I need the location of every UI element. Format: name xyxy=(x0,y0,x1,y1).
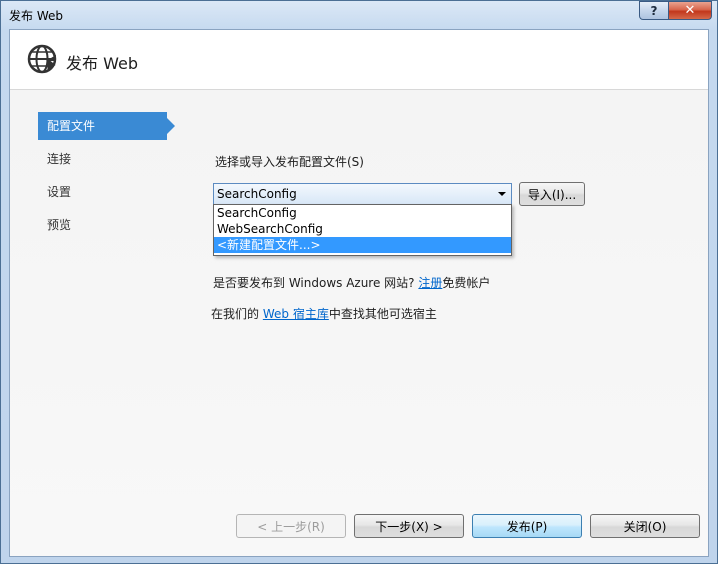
hosting-prompt-suffix: 中查找其他可选宿主 xyxy=(328,307,437,321)
import-button[interactable]: 导入(I)... xyxy=(519,182,585,206)
previous-button[interactable]: < 上一步(R) xyxy=(236,514,346,538)
publish-button[interactable]: 发布(P) xyxy=(472,514,582,538)
close-icon: ✕ xyxy=(684,3,696,18)
title-bar[interactable]: 发布 Web ? ✕ xyxy=(1,1,717,27)
nav-item-preview[interactable]: 预览 xyxy=(38,211,178,239)
nav-item-profile[interactable]: 配置文件 xyxy=(38,112,175,140)
dialog-header: 发布 Web xyxy=(10,30,708,90)
profile-select-label: 选择或导入发布配置文件(S) xyxy=(215,155,364,169)
wizard-body: 配置文件 连接 设置 预览 选择或导入发布配置文件(S) SearchConfi… xyxy=(10,90,708,556)
publish-web-dialog: 发布 Web ? ✕ 发布 Web 配置文件 连接 设置 预览 选择或导入发布配… xyxy=(0,0,718,564)
window-close-button[interactable]: ✕ xyxy=(668,1,712,20)
nav-item-label: 配置文件 xyxy=(47,119,96,133)
profile-combobox-value: SearchConfig xyxy=(217,187,297,201)
dropdown-option-websearchconfig[interactable]: WebSearchConfig xyxy=(214,221,511,237)
hosting-prompt: 在我们的 Web 宿主库中查找其他可选宿主 xyxy=(211,305,437,322)
nav-item-connection[interactable]: 连接 xyxy=(38,145,178,173)
dropdown-option-new-profile[interactable]: <新建配置文件...> xyxy=(214,237,511,253)
close-button[interactable]: 关闭(O) xyxy=(590,514,700,538)
nav-item-label: 预览 xyxy=(47,218,72,232)
nav-item-settings[interactable]: 设置 xyxy=(38,178,178,206)
dropdown-option-searchconfig[interactable]: SearchConfig xyxy=(214,205,511,221)
next-button[interactable]: 下一步(X) > xyxy=(354,514,464,538)
help-icon: ? xyxy=(650,3,658,18)
profile-combobox[interactable]: SearchConfig xyxy=(213,183,512,205)
azure-prompt-text: 是否要发布到 Windows Azure 网站? xyxy=(213,276,415,290)
nav-item-label: 连接 xyxy=(47,152,72,166)
window-title: 发布 Web xyxy=(9,9,63,23)
nav-item-label: 设置 xyxy=(47,185,72,199)
register-link[interactable]: 注册 xyxy=(418,276,442,290)
page-title: 发布 Web xyxy=(66,54,138,73)
globe-publish-icon xyxy=(27,44,57,74)
help-button[interactable]: ? xyxy=(639,1,669,20)
chevron-down-icon[interactable] xyxy=(498,192,506,196)
web-hosting-gallery-link[interactable]: Web 宿主库 xyxy=(263,307,329,321)
azure-prompt-suffix: 免费帐户 xyxy=(442,276,491,290)
azure-prompt: 是否要发布到 Windows Azure 网站? 注册免费帐户 xyxy=(213,274,490,291)
dialog-client: 发布 Web 配置文件 连接 设置 预览 选择或导入发布配置文件(S) Sear xyxy=(9,29,709,557)
profile-dropdown-list: SearchConfig WebSearchConfig <新建配置文件...> xyxy=(213,204,512,256)
hosting-prompt-text: 在我们的 xyxy=(211,307,260,321)
wizard-nav: 配置文件 连接 设置 预览 xyxy=(38,112,178,244)
